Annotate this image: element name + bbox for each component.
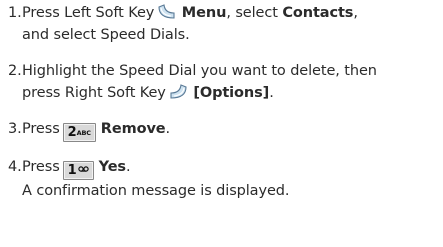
step-1: 1. Press Left Soft Key Menu, select Cont… (8, 2, 441, 46)
step-text: Highlight the Speed Dial you want to del… (22, 63, 377, 79)
step-text: press Right Soft Key (22, 85, 166, 101)
step-line: Press Left Soft Key Menu, select Contact… (22, 2, 441, 24)
step-text: Press (22, 159, 60, 175)
menu-label: Menu (181, 5, 227, 21)
key-2-abc-icon: 2ABC (62, 123, 96, 142)
right-soft-key-icon (170, 84, 187, 99)
step-text: and select Speed Dials. (22, 27, 190, 43)
options-label: [Options] (193, 85, 270, 101)
key-main-label: 1 (67, 163, 77, 178)
step-note: A confirmation message is displayed. (22, 180, 441, 202)
step-number: 4. (8, 159, 22, 175)
step-text: , (353, 5, 358, 21)
key-main-label: 2 (67, 125, 77, 140)
step-line: Press 2ABC Remove. (22, 118, 441, 142)
step-number: 3. (8, 121, 22, 137)
remove-label: Remove (100, 121, 166, 137)
step-text: . (269, 85, 274, 101)
step-text: Press (22, 121, 60, 137)
step-number: 1. (8, 5, 22, 21)
step-text: . (165, 121, 171, 137)
step-2: 2. Highlight the Speed Dial you want to … (8, 60, 441, 104)
confirmation-note: A confirmation message is displayed. (22, 183, 290, 199)
step-line: Press 1 Yes. (22, 156, 441, 180)
step-line: press Right Soft Key [Options]. (22, 82, 441, 104)
instruction-list: 1. Press Left Soft Key Menu, select Cont… (8, 2, 441, 202)
step-text: . (125, 159, 131, 175)
step-text: , select (226, 5, 278, 21)
yes-label: Yes (98, 159, 126, 175)
step-text: Press Left Soft Key (22, 5, 155, 21)
step-number: 2. (8, 63, 22, 79)
step-line: Highlight the Speed Dial you want to del… (22, 60, 441, 82)
step-4: 4. Press 1 Yes. A confirmation message is… (8, 156, 441, 202)
key-sub-label: ABC (76, 129, 91, 137)
page: { "steps": [ { "number": "1.", "parts": … (0, 0, 443, 247)
step-3: 3. Press 2ABC Remove. (8, 118, 441, 142)
voicemail-icon (77, 166, 89, 172)
left-soft-key-icon (158, 4, 175, 19)
step-line: and select Speed Dials. (22, 24, 441, 46)
contacts-label: Contacts (282, 5, 354, 21)
key-1-voicemail-icon: 1 (62, 161, 94, 180)
